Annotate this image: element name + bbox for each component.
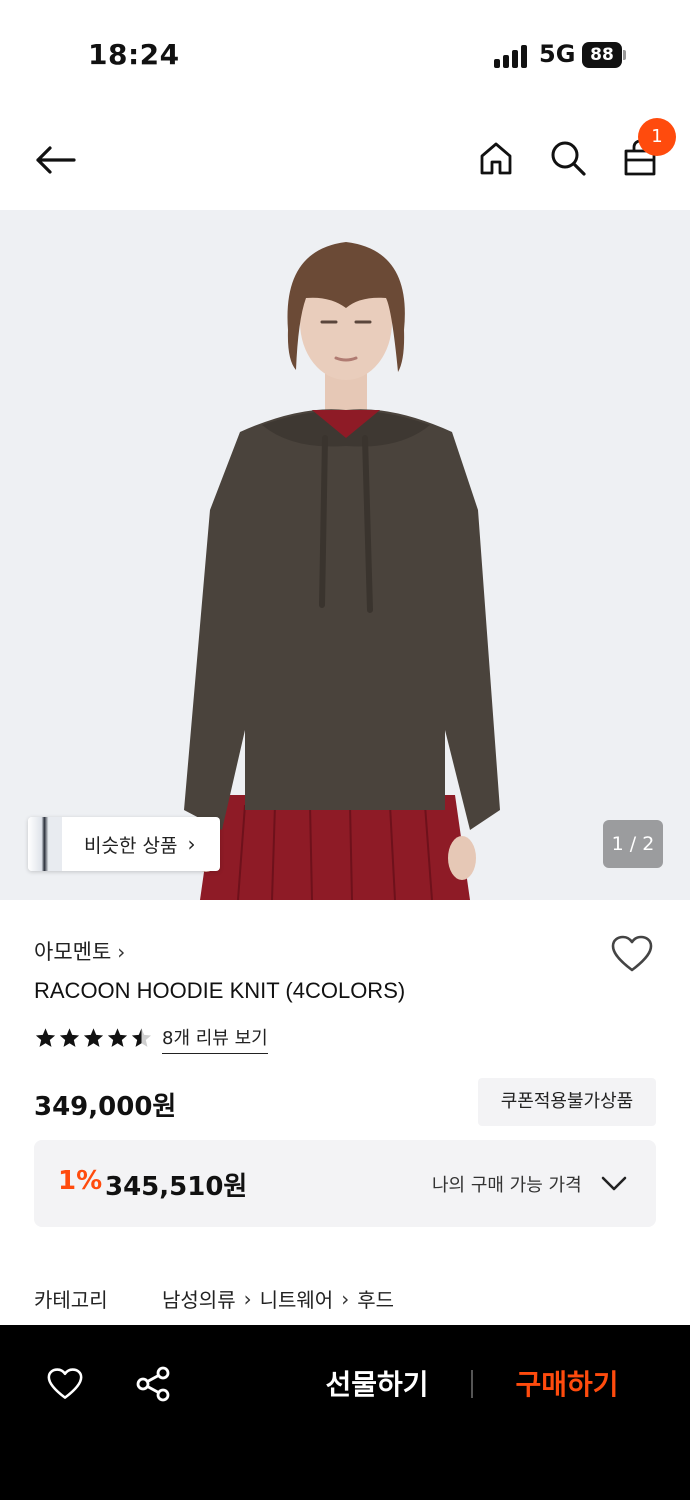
heart-icon bbox=[611, 935, 653, 972]
product-image[interactable] bbox=[0, 210, 690, 900]
similar-product-thumbnail bbox=[28, 817, 62, 871]
share-icon bbox=[136, 1366, 170, 1402]
status-time: 18:24 bbox=[88, 38, 180, 71]
coupon-badge: 쿠폰적용불가상품 bbox=[478, 1078, 656, 1126]
discounted-price: 345,510원 bbox=[105, 1172, 248, 1202]
star-icon bbox=[35, 1027, 56, 1047]
gift-button[interactable]: 선물하기 bbox=[316, 1362, 438, 1408]
network-label: 5G bbox=[539, 40, 576, 68]
status-bar: 18:24 5G 88 bbox=[0, 0, 690, 110]
heart-icon bbox=[47, 1368, 83, 1399]
signal-icon bbox=[494, 44, 530, 68]
similar-products-label: 비슷한 상품 bbox=[84, 834, 178, 857]
bottom-action-bar bbox=[0, 1325, 690, 1500]
similar-products-button[interactable]: 비슷한 상품 › bbox=[28, 817, 220, 871]
product-title: RACOON HOODIE KNIT (4COLORS) bbox=[34, 978, 406, 1003]
brand-name: 아모멘토 bbox=[34, 940, 112, 964]
chevron-right-icon: › bbox=[341, 1286, 350, 1311]
product-price: 349,000원 bbox=[34, 1092, 177, 1122]
discount-percent: 1% bbox=[58, 1166, 103, 1196]
brand-link[interactable]: 아모멘토 › bbox=[34, 936, 125, 966]
star-icon bbox=[131, 1027, 152, 1047]
chevron-right-icon: › bbox=[117, 940, 126, 964]
cart-count-badge: 1 bbox=[638, 118, 676, 156]
star-icon bbox=[107, 1027, 128, 1047]
button-divider bbox=[471, 1370, 473, 1398]
category-link[interactable]: 후드 bbox=[357, 1284, 394, 1313]
search-button[interactable] bbox=[546, 136, 590, 180]
star-icon bbox=[59, 1027, 80, 1047]
image-counter: 1 / 2 bbox=[603, 820, 663, 868]
category-label: 카테고리 bbox=[34, 1288, 108, 1312]
my-price-label: 나의 구매 가능 가격 bbox=[432, 1175, 582, 1196]
chevron-right-icon: › bbox=[187, 832, 196, 856]
home-button[interactable] bbox=[474, 136, 518, 180]
battery-level: 88 bbox=[582, 42, 622, 68]
top-nav bbox=[0, 110, 690, 210]
chevron-right-icon: › bbox=[243, 1286, 252, 1311]
back-button[interactable] bbox=[30, 138, 80, 182]
category-breadcrumb: 남성의류 › 니트웨어 › 후드 bbox=[162, 1284, 394, 1313]
chevron-down-icon bbox=[601, 1176, 627, 1191]
review-link[interactable]: 8개 리뷰 보기 bbox=[162, 1024, 268, 1054]
bottom-wishlist-button[interactable] bbox=[44, 1363, 86, 1405]
star-icon bbox=[83, 1027, 104, 1047]
battery-icon: 88 bbox=[582, 42, 626, 68]
category-link[interactable]: 남성의류 bbox=[162, 1284, 236, 1313]
wishlist-button[interactable] bbox=[610, 934, 654, 974]
share-button[interactable] bbox=[132, 1363, 174, 1405]
buy-button[interactable]: 구매하기 bbox=[506, 1362, 628, 1408]
search-icon bbox=[551, 141, 586, 176]
my-price-box[interactable]: 1% 345,510원 나의 구매 가능 가격 bbox=[34, 1140, 656, 1227]
category-link[interactable]: 니트웨어 bbox=[260, 1284, 334, 1313]
home-icon bbox=[480, 142, 512, 175]
arrow-left-icon bbox=[36, 146, 76, 174]
model-illustration bbox=[0, 210, 690, 900]
rating-stars bbox=[34, 1024, 154, 1050]
